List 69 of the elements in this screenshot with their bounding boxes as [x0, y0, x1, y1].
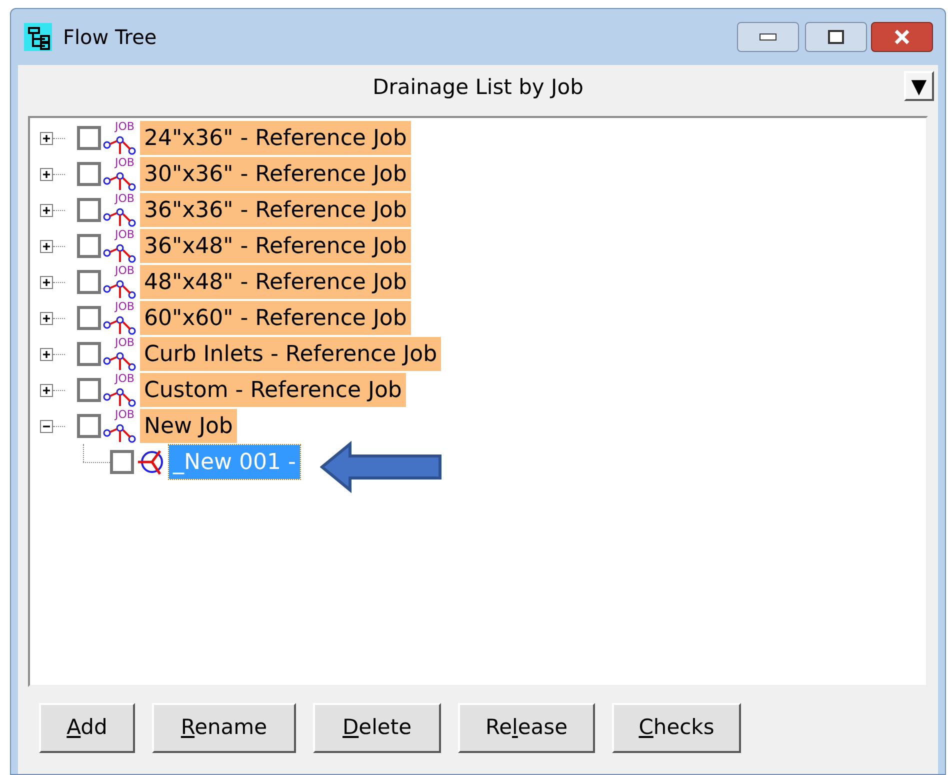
network-icon	[103, 423, 137, 443]
plus-icon	[42, 206, 51, 214]
tree-item[interactable]: New Job	[140, 409, 237, 443]
tree-checkbox[interactable]	[110, 450, 134, 474]
plus-icon	[42, 350, 51, 358]
tree-item[interactable]: 48"x48" - Reference Job	[140, 265, 411, 299]
action-button[interactable]: Add	[39, 703, 135, 753]
expand-toggle[interactable]	[40, 276, 53, 288]
expand-toggle[interactable]	[40, 312, 53, 324]
network-icon	[103, 315, 137, 335]
job-label: JOB	[115, 337, 134, 348]
tree-checkbox[interactable]	[77, 126, 101, 150]
job-label: JOB	[115, 409, 134, 420]
expand-toggle[interactable]	[40, 240, 53, 252]
action-button[interactable]: Delete	[313, 703, 441, 753]
network-icon	[103, 135, 137, 155]
tree-checkbox[interactable]	[77, 306, 101, 330]
tree-item[interactable]: Custom - Reference Job	[140, 373, 406, 407]
job-label: JOB	[115, 157, 134, 168]
job-label: JOB	[115, 121, 134, 132]
plus-icon	[42, 170, 51, 178]
network-icon	[103, 351, 137, 371]
minimize-icon	[759, 33, 777, 41]
tree-item[interactable]: 60"x60" - Reference Job	[140, 301, 411, 335]
window-title: Flow Tree	[63, 24, 157, 51]
expand-toggle[interactable]	[40, 348, 53, 360]
plus-icon	[42, 134, 51, 142]
plus-icon	[42, 314, 51, 322]
network-icon	[103, 207, 137, 227]
tree-item[interactable]: 36"x48" - Reference Job	[140, 229, 411, 263]
dropdown-button[interactable]: ▼	[904, 71, 934, 101]
tree-item[interactable]: 36"x36" - Reference Job	[140, 193, 411, 227]
tree-checkbox[interactable]	[77, 342, 101, 366]
tree-item[interactable]: 30"x36" - Reference Job	[140, 157, 411, 191]
minimize-button[interactable]	[737, 22, 799, 52]
action-button[interactable]: Rename	[152, 703, 296, 753]
tree-checkbox[interactable]	[77, 270, 101, 294]
collapse-toggle[interactable]	[40, 420, 53, 432]
network-icon	[103, 243, 137, 263]
close-button[interactable]	[871, 22, 933, 52]
expand-toggle[interactable]	[40, 132, 53, 144]
tree-item[interactable]: Curb Inlets - Reference Job	[140, 337, 442, 371]
job-label: JOB	[115, 373, 134, 384]
plus-icon	[42, 278, 51, 286]
action-button[interactable]: Checks	[612, 703, 741, 753]
expand-toggle[interactable]	[40, 384, 53, 396]
plus-icon	[42, 242, 51, 250]
tree-checkbox[interactable]	[77, 378, 101, 402]
network-icon	[103, 387, 137, 407]
plus-icon	[42, 386, 51, 394]
job-label: JOB	[115, 229, 134, 240]
network-icon	[103, 279, 137, 299]
maximize-button[interactable]	[805, 22, 867, 52]
action-button[interactable]: Release	[458, 703, 595, 753]
expand-toggle[interactable]	[40, 204, 53, 216]
tree-checkbox[interactable]	[77, 198, 101, 222]
tree-checkbox[interactable]	[77, 414, 101, 438]
close-icon	[893, 29, 911, 45]
tree-checkbox[interactable]	[77, 234, 101, 258]
network-icon	[103, 171, 137, 191]
tree-item[interactable]: 24"x36" - Reference Job	[140, 121, 411, 155]
list-heading: Drainage List by Job	[372, 74, 584, 102]
job-label: JOB	[115, 265, 134, 276]
restore-icon	[828, 30, 844, 44]
app-icon	[23, 22, 53, 52]
job-label: JOB	[115, 193, 134, 204]
expand-toggle[interactable]	[40, 168, 53, 180]
job-label: JOB	[115, 301, 134, 312]
tree-checkbox[interactable]	[77, 162, 101, 186]
